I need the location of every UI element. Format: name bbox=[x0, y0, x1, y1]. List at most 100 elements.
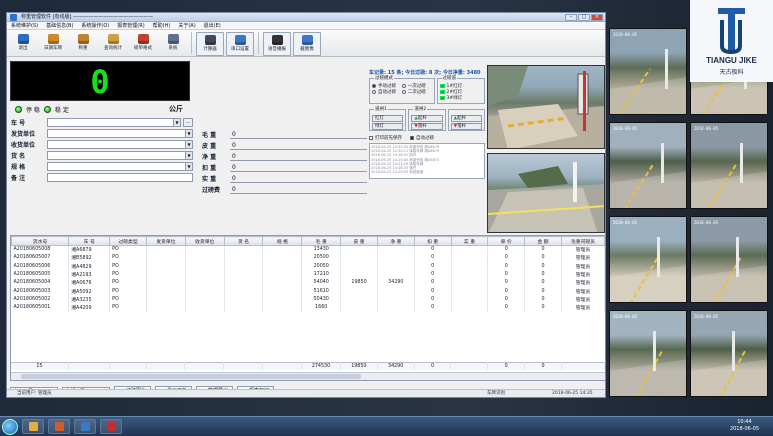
column-header[interactable]: 货 名 bbox=[223, 236, 264, 246]
form-input-0[interactable]: ▼ bbox=[47, 118, 181, 127]
mode-option[interactable]: 自动过磅 bbox=[372, 89, 402, 95]
table-row[interactable]: A20180605001 湘A4209 PO 1660 0 0 0 管理员 bbox=[11, 303, 605, 312]
weight-value: 0 bbox=[230, 152, 367, 161]
camera-tile-5[interactable]: 2018-06-05 bbox=[690, 216, 768, 303]
camera-tile-3[interactable]: 2018-06-05 bbox=[690, 122, 768, 209]
green-light-button[interactable]: 绿灯 bbox=[372, 123, 404, 130]
horizontal-scrollbar[interactable] bbox=[11, 372, 605, 380]
menu-item-1[interactable]: 基础信息(B) bbox=[46, 22, 73, 29]
column-header[interactable]: 扣 重 bbox=[413, 236, 452, 246]
camera-timestamp: 2018-06-05 bbox=[694, 314, 719, 319]
menu-item-4[interactable]: 帮助(H) bbox=[153, 22, 171, 29]
chevron-down-icon[interactable]: ▼ bbox=[185, 163, 192, 170]
form-input-4[interactable]: ▼ bbox=[47, 162, 193, 171]
camera-timestamp: 2018-06-05 bbox=[613, 32, 638, 37]
scrollbar-thumb[interactable] bbox=[21, 374, 361, 379]
table-cell: PO bbox=[109, 295, 147, 304]
table-row[interactable]: A20180605007 湘B5892 PO 20500 0 0 0 管理员 bbox=[11, 253, 605, 263]
start-button[interactable] bbox=[2, 418, 18, 435]
column-header[interactable]: 过磅类型 bbox=[109, 236, 147, 246]
table-row[interactable]: A20180605002 湘A3235 PO 50430 0 0 0 管理员 bbox=[11, 295, 605, 304]
toolbar-button-8[interactable]: 语音播报 bbox=[263, 32, 291, 56]
maximize-button[interactable]: □ bbox=[578, 14, 590, 21]
column-header[interactable]: 发货单位 bbox=[145, 236, 186, 246]
form-input-5[interactable] bbox=[47, 173, 193, 182]
table-row[interactable]: A20180605004 湘A0676 PO 54040 19850 34290 0 0 0 管理… bbox=[11, 278, 605, 287]
taskbar-app1[interactable] bbox=[74, 419, 96, 434]
menu-item-6[interactable]: 退出(E) bbox=[204, 22, 221, 29]
print-save-checkbox[interactable] bbox=[369, 136, 373, 140]
toolbar-button-2[interactable]: 称重 bbox=[69, 32, 97, 56]
column-header[interactable]: 皮 重 bbox=[340, 236, 378, 246]
event-log[interactable]: 2018-06-25 14:32:05 称重完成 湘A6879 2018-06-2… bbox=[369, 143, 485, 179]
gate-down-button[interactable]: ▼落杆 bbox=[411, 123, 443, 130]
close-button[interactable]: × bbox=[591, 14, 603, 21]
taskbar-explorer[interactable] bbox=[22, 419, 44, 434]
taskbar-media[interactable] bbox=[48, 419, 70, 434]
chevron-down-icon[interactable]: ▼ bbox=[185, 152, 192, 159]
toolbar-button-4[interactable]: 磅单格式 bbox=[129, 32, 157, 56]
table-cell: PO bbox=[109, 245, 147, 254]
table-cell: 0 bbox=[524, 253, 562, 263]
mode-group: 过磅模式 手动过磅 一次过磅 自动过磅 二次过磅 bbox=[369, 75, 435, 104]
camera-tile-2[interactable]: 2018-06-05 bbox=[609, 122, 687, 209]
browse-button[interactable]: … bbox=[183, 118, 193, 127]
column-header[interactable]: 实 重 bbox=[450, 236, 489, 246]
table-cell: 0 bbox=[487, 245, 526, 254]
table-row[interactable]: A20180605006 湘A4829 PO 20050 0 0 0 管理员 bbox=[11, 262, 605, 271]
menu-item-3[interactable]: 报表管理(R) bbox=[117, 22, 144, 29]
table-cell bbox=[224, 270, 264, 279]
column-header[interactable]: 金 额 bbox=[524, 236, 562, 246]
menu-item-0[interactable]: 系统维护(S) bbox=[11, 22, 38, 29]
form-input-3[interactable]: ▼ bbox=[47, 151, 193, 160]
table-cell bbox=[146, 262, 186, 271]
column-header[interactable]: 规 格 bbox=[262, 236, 303, 246]
weight-row: 实 重 0 bbox=[202, 173, 367, 184]
column-header[interactable]: 净 重 bbox=[376, 236, 415, 246]
toolbar-button-0[interactable]: 退出 bbox=[9, 32, 37, 56]
table-row[interactable]: A20180605008 湘A6879 PO 13430 0 0 0 管理员 bbox=[11, 245, 605, 254]
menu-item-2[interactable]: 系统操作(O) bbox=[81, 22, 109, 29]
toolbar-button-3[interactable]: 查询统计 bbox=[99, 32, 127, 56]
toolbar-button-7[interactable]: 串口设置 bbox=[226, 32, 254, 56]
gate2-down-button[interactable]: ▼落杆 bbox=[450, 123, 482, 130]
camera-view-1[interactable] bbox=[487, 65, 605, 149]
table-cell: 34290 bbox=[377, 278, 415, 287]
chevron-down-icon[interactable]: ▼ bbox=[185, 141, 192, 148]
toolbar-button-9[interactable]: 截图像 bbox=[293, 32, 321, 56]
column-header[interactable]: 单 价 bbox=[487, 236, 526, 246]
camera-view-2[interactable] bbox=[487, 153, 605, 233]
column-header[interactable]: 毛重司磅员 bbox=[560, 236, 605, 246]
column-header[interactable]: 毛 重 bbox=[301, 236, 342, 246]
gate2-up-button[interactable]: ▲起杆 bbox=[450, 115, 482, 122]
gate-up-button[interactable]: ▲起杆 bbox=[411, 115, 443, 122]
form-input-1[interactable]: ▼ bbox=[47, 129, 193, 138]
menu-item-5[interactable]: 关于(A) bbox=[178, 22, 195, 29]
table-cell: 管理员 bbox=[561, 262, 605, 271]
table-cell bbox=[146, 303, 186, 312]
toolbar-button-5[interactable]: 系统 bbox=[159, 32, 187, 56]
mode-option[interactable]: 二次过磅 bbox=[401, 89, 432, 95]
toolbar-button-6[interactable]: 计算器 bbox=[196, 32, 224, 56]
gate2-down-label: 落杆 bbox=[457, 124, 467, 129]
chevron-down-icon[interactable]: ▼ bbox=[185, 130, 192, 137]
taskbar-app2[interactable] bbox=[100, 419, 122, 434]
minimize-button[interactable]: – bbox=[565, 14, 577, 21]
table-cell bbox=[146, 286, 186, 296]
title-bar[interactable]: 称重管理软件 [有线版] ———————————————— – □ × bbox=[7, 13, 605, 22]
table-row[interactable]: A20180605005 湘A2193 PO 17210 0 0 0 管理员 bbox=[11, 270, 605, 279]
form-input-2[interactable]: ▼ bbox=[47, 140, 193, 149]
system-clock[interactable]: 10:44 2018-06-05 bbox=[730, 419, 759, 433]
red-light-button[interactable]: 红灯 bbox=[372, 115, 404, 122]
column-header[interactable]: 收货单位 bbox=[184, 236, 225, 246]
toolbar-button-1[interactable]: 日期车牌 bbox=[39, 32, 67, 56]
camera-tile-0[interactable]: 2018-06-05 bbox=[609, 28, 687, 115]
column-header[interactable]: 流水号 bbox=[10, 236, 70, 246]
camera-tile-6[interactable]: 2018-06-05 bbox=[609, 310, 687, 397]
camera-tile-4[interactable]: 2018-06-05 bbox=[609, 216, 687, 303]
table-row[interactable]: A20180605003 湘A5092 PO 51610 0 0 0 管理员 bbox=[11, 286, 605, 296]
camera-tile-7[interactable]: 2018-06-05 bbox=[690, 310, 768, 397]
auto-weigh-checkbox[interactable] bbox=[410, 136, 414, 140]
column-header[interactable]: 车 号 bbox=[68, 236, 111, 246]
chevron-down-icon[interactable]: ▼ bbox=[173, 119, 180, 126]
